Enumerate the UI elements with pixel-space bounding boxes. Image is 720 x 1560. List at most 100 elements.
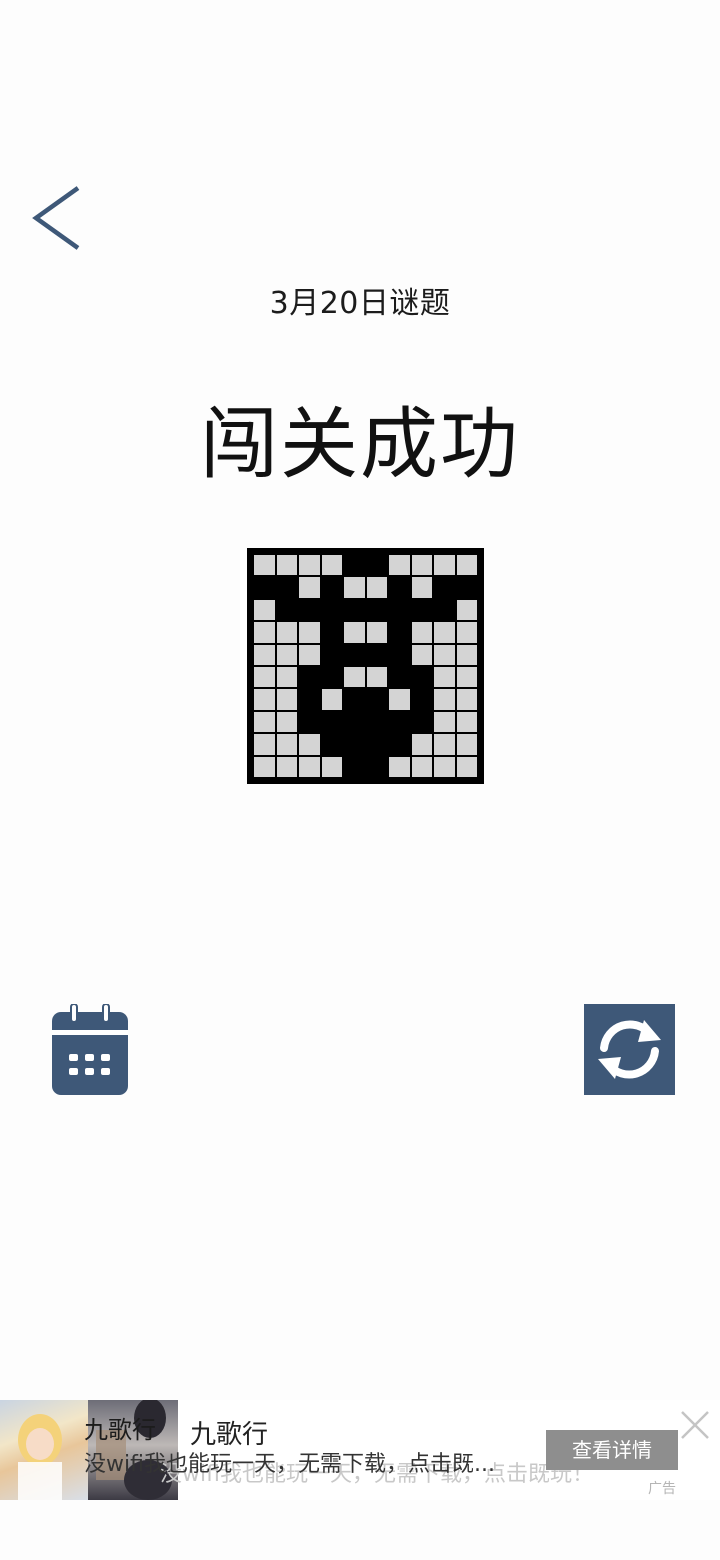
grid-cell-filled [411, 599, 432, 621]
grid-cell-empty [276, 734, 297, 755]
grid-cell-empty [321, 756, 342, 777]
grid-cell-empty [434, 644, 455, 665]
grid-cell-empty [434, 622, 455, 643]
grid-cell-filled [389, 599, 410, 621]
ad-banner[interactable]: 九歌行 九歌行 没wifi我也能玩一天，无需下载，点击既玩！ 没wifi我也能玩… [0, 1400, 720, 1500]
grid-cell-empty [276, 689, 297, 710]
grid-cell-empty [434, 711, 455, 733]
grid-cell-filled [344, 711, 365, 733]
grid-cell-empty [456, 689, 477, 710]
grid-cell-empty [321, 555, 342, 576]
nonogram-grid [247, 548, 484, 784]
grid-cell-filled [344, 644, 365, 665]
grid-cell-empty [299, 577, 320, 598]
grid-cell-filled [411, 666, 432, 688]
ad-description[interactable]: 没wifi我也能玩一天，无需下载，点击既... [84, 1446, 495, 1478]
grid-cell-empty [389, 756, 410, 777]
close-icon [681, 1411, 709, 1439]
grid-cell-empty [456, 734, 477, 755]
grid-cell-filled [389, 644, 410, 665]
ad-close-button[interactable] [678, 1408, 712, 1442]
grid-cell-empty [366, 622, 387, 643]
grid-cell-empty [389, 555, 410, 576]
grid-cell-filled [344, 756, 365, 777]
grid-cell-filled [434, 599, 455, 621]
grid-cell-empty [434, 756, 455, 777]
grid-cell-empty [254, 644, 275, 665]
grid-cell-filled [344, 689, 365, 710]
grid-cell-empty [344, 666, 365, 688]
grid-cell-filled [276, 577, 297, 598]
grid-cell-empty [276, 644, 297, 665]
refresh-button[interactable] [584, 1004, 675, 1095]
grid-cell-empty [254, 599, 275, 621]
grid-cell-filled [366, 555, 387, 576]
grid-cell-filled [389, 734, 410, 755]
grid-cell-filled [389, 577, 410, 598]
grid-cell-filled [321, 734, 342, 755]
grid-cell-filled [411, 711, 432, 733]
grid-cell-empty [411, 644, 432, 665]
grid-cell-empty [434, 555, 455, 576]
grid-cell-filled [389, 622, 410, 643]
grid-cell-filled [389, 711, 410, 733]
grid-cell-filled [366, 644, 387, 665]
grid-cell-empty [411, 622, 432, 643]
grid-cell-empty [411, 577, 432, 598]
ad-app-name[interactable]: 九歌行 [84, 1410, 156, 1445]
grid-cell-filled [344, 734, 365, 755]
grid-cell-filled [366, 599, 387, 621]
grid-cell-filled [321, 666, 342, 688]
grid-cell-empty [299, 622, 320, 643]
grid-cell-empty [276, 666, 297, 688]
grid-cell-empty [299, 555, 320, 576]
grid-cell-empty [254, 711, 275, 733]
grid-cell-empty [456, 622, 477, 643]
grid-cell-empty [456, 599, 477, 621]
chevron-left-icon [32, 186, 80, 250]
grid-cell-filled [366, 689, 387, 710]
grid-cell-filled [276, 599, 297, 621]
grid-cell-filled [366, 734, 387, 755]
grid-cell-empty [411, 756, 432, 777]
grid-cell-filled [321, 599, 342, 621]
grid-cell-empty [456, 666, 477, 688]
grid-cell-filled [321, 622, 342, 643]
grid-cell-empty [456, 555, 477, 576]
grid-cell-empty [411, 555, 432, 576]
grid-cell-filled [321, 711, 342, 733]
grid-cell-filled [389, 666, 410, 688]
grid-cell-filled [434, 577, 455, 598]
ad-view-details-button[interactable]: 查看详情 [546, 1430, 678, 1470]
grid-cell-empty [276, 756, 297, 777]
grid-cell-empty [456, 644, 477, 665]
success-title: 闯关成功 [199, 400, 520, 490]
grid-cell-empty [321, 689, 342, 710]
grid-cell-filled [299, 599, 320, 621]
grid-cell-empty [299, 734, 320, 755]
back-button[interactable] [28, 182, 88, 254]
grid-cell-empty [276, 555, 297, 576]
calendar-icon [52, 1003, 128, 1095]
grid-cell-filled [456, 577, 477, 598]
grid-cell-filled [366, 756, 387, 777]
grid-cell-empty [254, 734, 275, 755]
refresh-icon [598, 1020, 661, 1079]
ad-tag: 广告 [648, 1481, 676, 1497]
grid-cell-empty [434, 734, 455, 755]
calendar-button[interactable] [52, 1003, 128, 1095]
grid-cell-filled [299, 711, 320, 733]
grid-cell-empty [366, 577, 387, 598]
grid-cell-filled [411, 689, 432, 710]
puzzle-date-title: 3月20日谜题 [269, 286, 451, 321]
grid-cell-empty [254, 622, 275, 643]
grid-cell-filled [366, 711, 387, 733]
grid-cell-empty [456, 711, 477, 733]
grid-cell-empty [299, 644, 320, 665]
grid-cell-empty [254, 666, 275, 688]
ad-thumbnail-character[interactable] [0, 1400, 88, 1500]
grid-cell-filled [321, 644, 342, 665]
grid-cell-filled [321, 577, 342, 598]
grid-cell-empty [456, 756, 477, 777]
grid-cell-empty [276, 711, 297, 733]
